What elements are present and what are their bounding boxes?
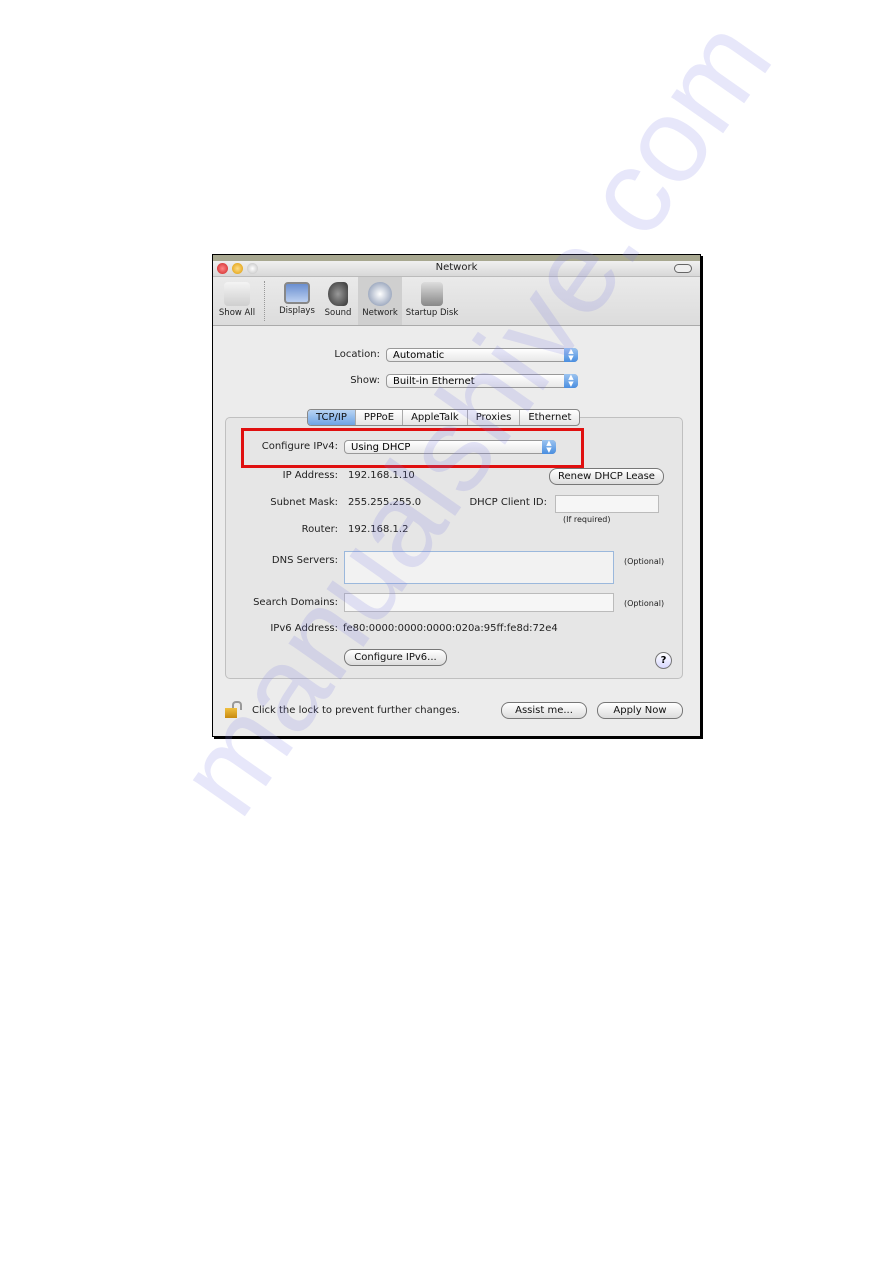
apple-icon xyxy=(224,282,250,306)
tab-bar: TCP/IP PPPoE AppleTalk Proxies Ethernet xyxy=(307,409,581,426)
ip-address-value: 192.168.1.10 xyxy=(348,470,415,481)
globe-icon xyxy=(368,282,392,306)
show-value: Built-in Ethernet xyxy=(393,376,475,387)
toolbar-displays[interactable]: Displays xyxy=(275,277,319,325)
search-optional-hint: (Optional) xyxy=(624,599,665,608)
toolbar-sound[interactable]: Sound xyxy=(321,277,355,325)
toolbar-label: Network xyxy=(362,308,398,318)
dns-optional-hint: (Optional) xyxy=(624,557,665,566)
router-value: 192.168.1.2 xyxy=(348,524,409,535)
window-title: Network xyxy=(435,262,478,273)
show-popup[interactable]: Built-in Ethernet ▲ ▼ xyxy=(386,374,578,388)
tab-tcpip[interactable]: TCP/IP xyxy=(308,410,356,425)
tab-appletalk[interactable]: AppleTalk xyxy=(403,410,468,425)
search-domains-label: Search Domains: xyxy=(253,597,338,608)
ip-address-label: IP Address: xyxy=(282,470,338,481)
toolbar-label: Sound xyxy=(324,308,352,318)
toolbar-separator xyxy=(264,281,265,321)
location-label: Location: xyxy=(334,349,380,360)
router-label: Router: xyxy=(301,524,338,535)
subnet-mask-label: Subnet Mask: xyxy=(270,497,338,508)
toolbar-toggle-button[interactable] xyxy=(674,264,692,273)
tab-pppoe[interactable]: PPPoE xyxy=(356,410,404,425)
if-required-hint: (If required) xyxy=(563,515,611,524)
toolbar-label: Show All xyxy=(218,308,256,318)
popup-arrows-icon: ▲ ▼ xyxy=(564,348,578,362)
dns-servers-label: DNS Servers: xyxy=(271,555,338,566)
title-bar[interactable]: Network xyxy=(213,261,700,277)
toolbar-show-all[interactable]: Show All xyxy=(215,277,259,325)
help-button[interactable]: ? xyxy=(655,652,672,669)
display-icon xyxy=(284,282,310,304)
ipv6-address-label: IPv6 Address: xyxy=(270,623,338,634)
configure-ipv6-button[interactable]: Configure IPv6... xyxy=(344,649,447,666)
toolbar: Show All Displays Sound Network Startup … xyxy=(213,277,700,326)
dhcp-client-id-field[interactable] xyxy=(555,495,659,513)
dhcp-client-id-label: DHCP Client ID: xyxy=(469,497,547,508)
lock-message: Click the lock to prevent further change… xyxy=(252,705,460,716)
toolbar-startup-disk[interactable]: Startup Disk xyxy=(405,277,459,325)
search-domains-field[interactable] xyxy=(344,593,614,612)
assist-me-button[interactable]: Assist me... xyxy=(501,702,587,719)
toolbar-label: Displays xyxy=(279,306,315,316)
location-value: Automatic xyxy=(393,350,445,361)
toolbar-label: Startup Disk xyxy=(405,308,459,318)
ipv6-address-value: fe80:0000:0000:0000:020a:95ff:fe8d:72e4 xyxy=(343,623,558,634)
highlight-box xyxy=(241,428,584,468)
disk-icon xyxy=(421,282,443,306)
speaker-icon xyxy=(328,282,348,306)
show-label: Show: xyxy=(350,375,380,386)
apply-now-button[interactable]: Apply Now xyxy=(597,702,683,719)
renew-dhcp-lease-button[interactable]: Renew DHCP Lease xyxy=(549,468,664,485)
unlocked-padlock-icon[interactable] xyxy=(225,701,242,718)
subnet-mask-value: 255.255.255.0 xyxy=(348,497,422,508)
document-page: Network Show All Displays Sound Network xyxy=(0,0,893,1263)
popup-arrows-icon: ▲ ▼ xyxy=(564,374,578,388)
tab-ethernet[interactable]: Ethernet xyxy=(520,410,579,425)
network-preferences-window: Network Show All Displays Sound Network xyxy=(212,254,701,737)
location-popup[interactable]: Automatic ▲ ▼ xyxy=(386,348,578,362)
toolbar-network[interactable]: Network xyxy=(358,277,402,325)
tab-proxies[interactable]: Proxies xyxy=(468,410,521,425)
dns-servers-field[interactable] xyxy=(344,551,614,584)
